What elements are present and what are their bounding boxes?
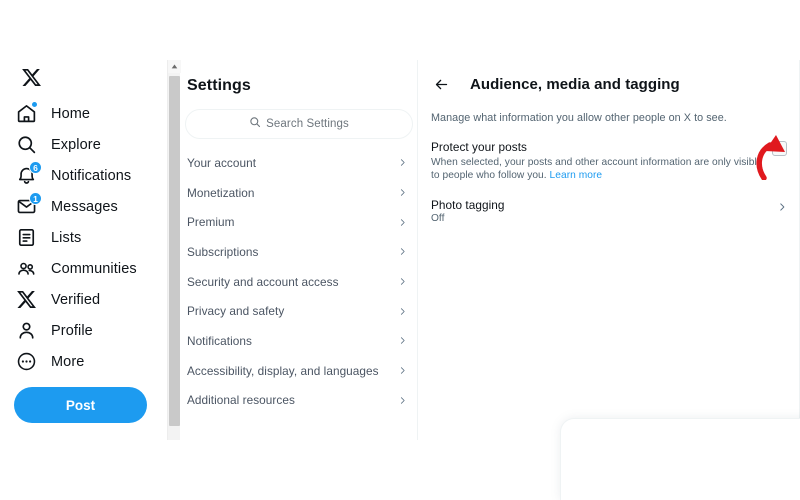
settings-item-notifications[interactable]: Notifications [181,326,417,356]
sidebar-item-label: Verified [51,291,101,308]
chevron-right-icon [398,366,407,375]
sidebar-item-label: Home [51,105,91,122]
settings-item-security-and-account-access[interactable]: Security and account access [181,267,417,297]
envelope-icon: 1 [14,191,42,219]
option-value: Off [431,213,445,224]
home-icon [14,100,38,126]
chevron-right-icon [398,188,407,197]
scrollbar-thumb[interactable] [169,76,180,426]
sidebar-item-home[interactable]: Home [14,98,168,129]
search-icon [14,133,38,157]
settings-item-label: Premium [187,215,235,230]
x-logo-icon[interactable] [14,60,48,94]
messages-drawer[interactable] [560,418,800,500]
sidebar-item-label: Notifications [51,167,132,184]
arrow-left-icon[interactable] [431,74,451,94]
settings-column: Settings Search Settings Your account Mo… [181,60,418,440]
chevron-right-icon [398,158,407,167]
chevron-right-icon [777,202,787,212]
sidebar-item-label: Messages [51,198,118,215]
notifications-badge: 6 [29,160,42,174]
messages-badge: 1 [29,191,42,205]
option-text-block: Photo tagging Off [431,198,777,224]
chevron-right-icon [398,277,407,286]
search-settings-placeholder: Search Settings [266,118,349,130]
search-icon [249,115,261,133]
sidebar-item-lists[interactable]: Lists [14,222,168,253]
settings-item-privacy-and-safety[interactable]: Privacy and safety [181,296,417,326]
option-photo-tagging[interactable]: Photo tagging Off [419,182,799,224]
sidebar-item-communities[interactable]: Communities [14,253,168,284]
settings-item-label: Notifications [187,333,252,348]
settings-item-label: Privacy and safety [187,304,285,319]
bell-icon: 6 [14,160,42,188]
page-title: Audience, media and tagging [470,75,680,93]
settings-list: Your account Monetization Premium Subscr… [181,148,417,415]
sidebar-item-label: Lists [51,229,82,246]
settings-item-monetization[interactable]: Monetization [181,178,417,208]
chevron-right-icon [398,307,407,316]
settings-item-subscriptions[interactable]: Subscriptions [181,237,417,267]
settings-item-accessibility-display-and-languages[interactable]: Accessibility, display, and languages [181,356,417,386]
settings-item-label: Additional resources [187,393,295,408]
detail-header: Audience, media and tagging [419,60,799,108]
sidebar-item-label: Profile [51,322,93,339]
list-icon [14,226,38,250]
protect-your-posts-checkbox[interactable] [772,141,787,156]
option-title: Protect your posts [431,140,527,154]
search-settings-input[interactable]: Search Settings [185,109,413,139]
x-verified-icon [14,288,38,312]
settings-item-label: Monetization [187,185,255,200]
sidebar-item-verified[interactable]: Verified [14,284,168,315]
scroll-up-arrow-icon[interactable] [168,60,181,73]
chevron-right-icon [398,247,407,256]
page-scrollbar[interactable] [167,60,181,440]
settings-item-label: Accessibility, display, and languages [187,363,379,378]
settings-title: Settings [187,77,251,94]
post-button[interactable]: Post [14,387,147,423]
option-subtitle: When selected, your posts and other acco… [431,156,764,182]
sidebar-item-messages[interactable]: 1 Messages [14,191,168,222]
more-circle-icon [14,350,38,374]
learn-more-link[interactable]: Learn more [550,170,603,181]
detail-panel: Audience, media and tagging Manage what … [419,60,800,440]
sidebar-item-label: Communities [51,260,137,277]
primary-sidebar: Home Explore 6 Notifications 1 Messages … [0,60,168,440]
sidebar-item-more[interactable]: More [14,346,168,377]
x-settings-app: Home Explore 6 Notifications 1 Messages … [0,0,800,500]
option-text-block: Protect your posts When selected, your p… [431,140,772,182]
sidebar-item-label: Explore [51,136,101,153]
settings-item-additional-resources[interactable]: Additional resources [181,386,417,416]
communities-icon [14,257,38,281]
settings-item-label: Security and account access [187,274,339,289]
sidebar-item-profile[interactable]: Profile [14,315,168,346]
sidebar-item-explore[interactable]: Explore [14,129,168,160]
person-icon [14,319,38,343]
option-protect-your-posts[interactable]: Protect your posts When selected, your p… [419,124,799,182]
chevron-right-icon [398,218,407,227]
settings-item-your-account[interactable]: Your account [181,148,417,178]
option-title: Photo tagging [431,198,505,212]
chevron-right-icon [398,396,407,405]
settings-item-label: Subscriptions [187,244,259,259]
chevron-right-icon [398,336,407,345]
sidebar-item-label: More [51,353,85,370]
home-unread-dot [31,100,38,108]
settings-item-premium[interactable]: Premium [181,207,417,237]
detail-description: Manage what information you allow other … [431,112,727,124]
settings-item-label: Your account [187,155,257,170]
sidebar-item-notifications[interactable]: 6 Notifications [14,160,168,191]
